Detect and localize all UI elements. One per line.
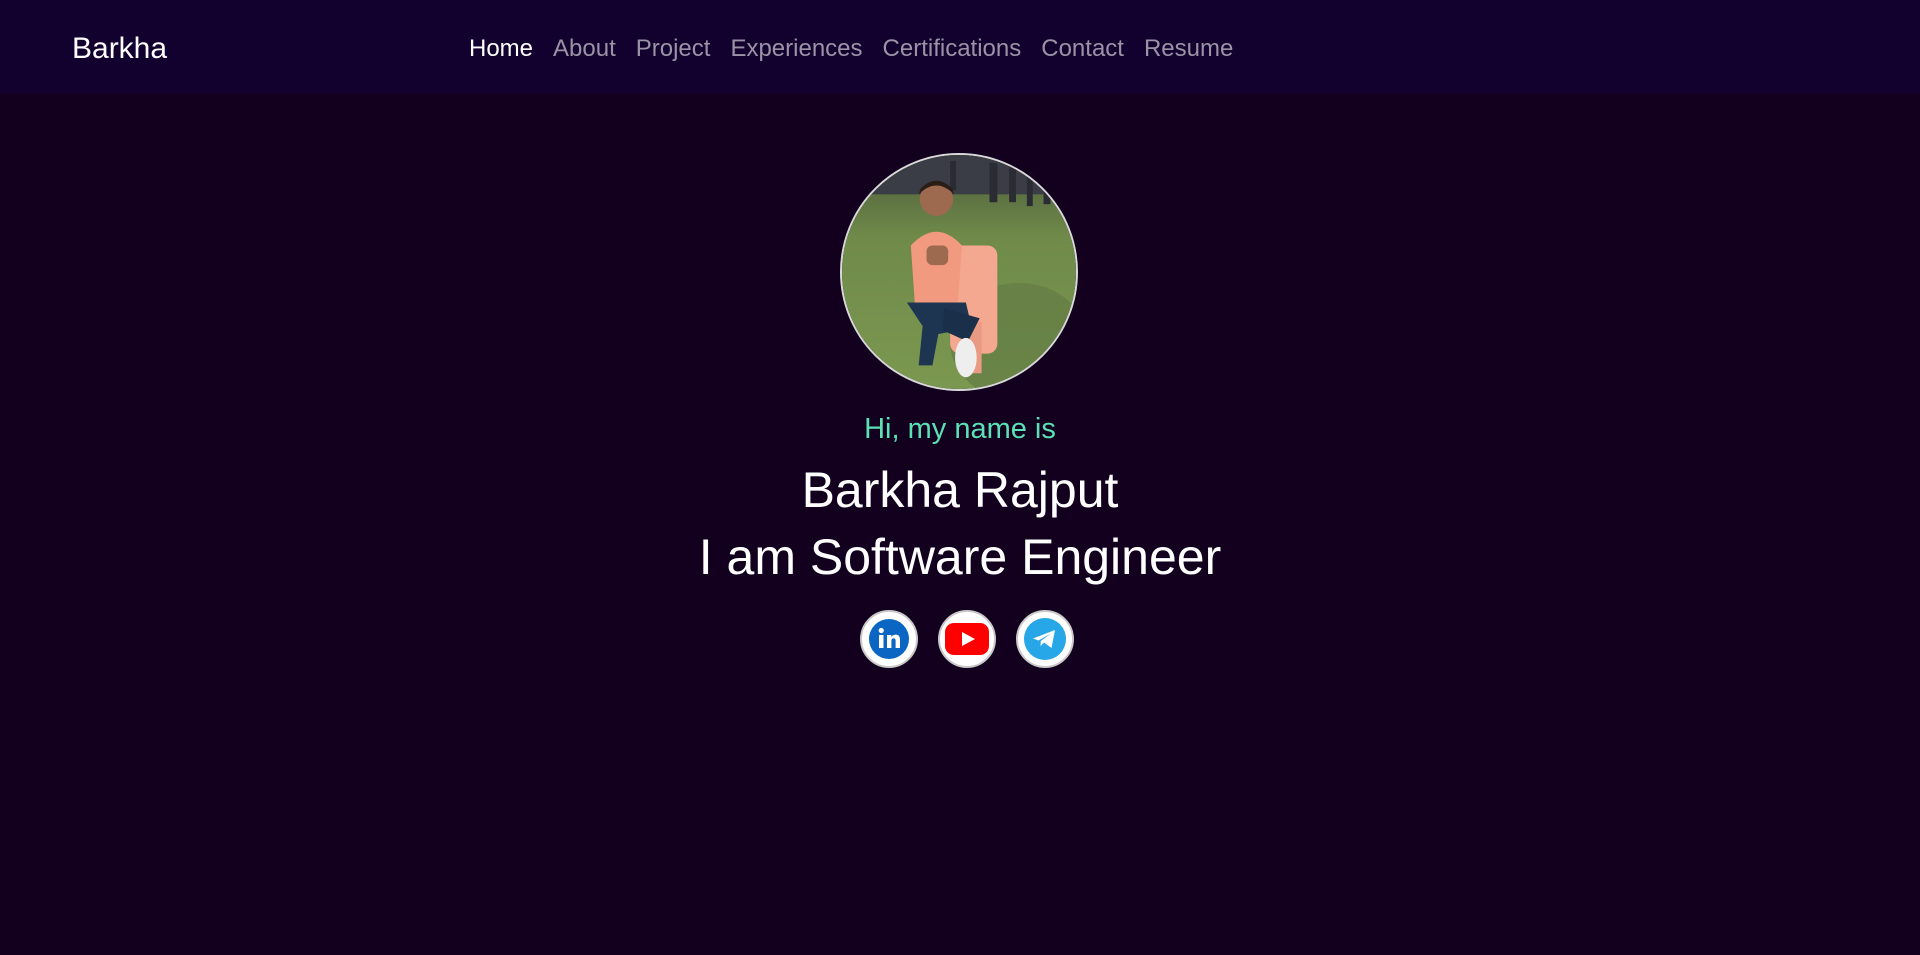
hero-role: I am Software Engineer xyxy=(698,529,1222,585)
nav-item-home: Home xyxy=(469,32,543,66)
youtube-icon xyxy=(945,623,989,655)
nav-item-certifications: Certifications xyxy=(873,32,1032,66)
social-links xyxy=(860,610,1074,668)
telegram-icon xyxy=(1024,618,1066,660)
nav-links: Home About Project Experiences Certifica… xyxy=(469,32,1243,66)
profile-photo xyxy=(842,155,1076,389)
nav-link-certifications[interactable]: Certifications xyxy=(873,32,1032,66)
telegram-link[interactable] xyxy=(1016,610,1074,668)
nav-item-contact: Contact xyxy=(1031,32,1134,66)
nav-link-about[interactable]: About xyxy=(543,32,626,66)
hero-section: Hi, my name is Barkha Rajput I am Softwa… xyxy=(0,93,1920,955)
navbar: Barkha Home About Project Experiences Ce… xyxy=(0,0,1920,93)
nav-link-project[interactable]: Project xyxy=(626,32,721,66)
nav-item-about: About xyxy=(543,32,626,66)
youtube-link[interactable] xyxy=(938,610,996,668)
nav-link-home[interactable]: Home xyxy=(469,32,543,66)
nav-link-experiences[interactable]: Experiences xyxy=(720,32,872,66)
nav-item-experiences: Experiences xyxy=(720,32,872,66)
hero-name: Barkha Rajput xyxy=(801,462,1119,518)
profile-avatar xyxy=(840,153,1078,391)
brand-link[interactable]: Barkha xyxy=(72,30,167,68)
linkedin-link[interactable] xyxy=(860,610,918,668)
nav-item-project: Project xyxy=(626,32,721,66)
nav-link-resume[interactable]: Resume xyxy=(1134,32,1243,66)
greeting-text: Hi, my name is xyxy=(864,413,1056,445)
nav-link-contact[interactable]: Contact xyxy=(1031,32,1134,66)
linkedin-icon xyxy=(869,619,909,659)
nav-item-resume: Resume xyxy=(1134,32,1243,66)
